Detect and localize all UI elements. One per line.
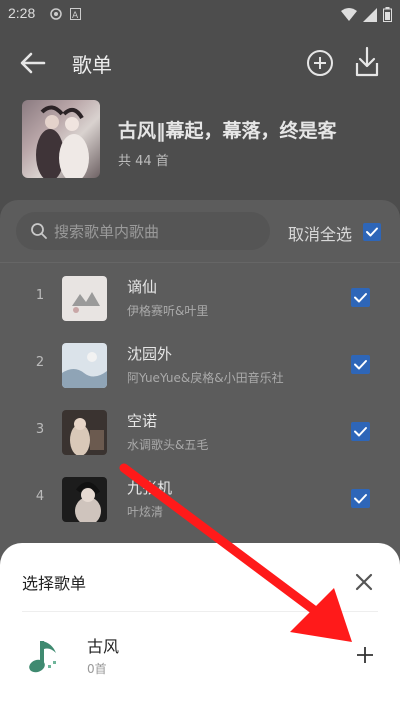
status-system-icons (341, 7, 392, 22)
check-icon (354, 427, 367, 437)
song-checkbox[interactable] (351, 355, 370, 374)
song-cover-image (62, 477, 107, 522)
cancel-select-all-button[interactable]: 取消全选 (288, 221, 352, 245)
plus-icon (357, 647, 373, 663)
song-row[interactable]: 3 空诺 水调歌头&五毛 (0, 400, 400, 466)
song-artist: 水调歌头&五毛 (127, 438, 209, 452)
playlist-name: 古风‖幕起，幕落，终是客 (118, 120, 337, 142)
search-icon (31, 223, 47, 239)
playlist-song-count: 共 44 首 (118, 154, 169, 169)
divider (22, 611, 378, 612)
song-checkbox[interactable] (351, 288, 370, 307)
song-title: 谪仙 (127, 278, 158, 296)
song-checkbox[interactable] (351, 489, 370, 508)
song-cover-image (62, 343, 107, 388)
music-note-icon (26, 635, 64, 677)
back-button[interactable] (18, 48, 48, 78)
battery-icon (383, 7, 392, 22)
add-to-playlist-button[interactable] (354, 644, 376, 666)
song-title: 空诺 (127, 412, 158, 430)
download-icon (355, 46, 379, 77)
dialog-title: 选择歌单 (22, 574, 87, 593)
song-title: 沈园外 (127, 345, 173, 363)
cover-art-illustration (36, 105, 89, 178)
close-icon (355, 573, 373, 591)
status-bar: 2:28 A (0, 0, 400, 30)
check-icon (354, 293, 367, 303)
song-cover-image (62, 276, 107, 321)
download-button[interactable] (352, 45, 382, 79)
song-index: 1 (35, 288, 45, 303)
playlist-header: 歌单 古风‖幕起，幕落，终是客 共 44 首 (0, 30, 400, 210)
check-icon (354, 360, 367, 370)
song-row[interactable]: 2 沈园外 阿YueYue&戾格&小田音乐社 (0, 333, 400, 399)
divider (0, 262, 400, 263)
song-artist: 阿YueYue&戾格&小田音乐社 (127, 371, 284, 385)
song-row[interactable]: 4 九张机 叶炫清 (0, 467, 400, 533)
song-index: 3 (35, 422, 45, 437)
song-cover-image (62, 410, 107, 455)
check-icon (354, 494, 367, 504)
playlist-cover-image (22, 100, 100, 178)
signal-icon (363, 7, 377, 22)
app-notification-icon: A (70, 8, 81, 20)
close-button[interactable] (352, 570, 376, 594)
search-placeholder: 搜索歌单内歌曲 (54, 223, 160, 241)
playlist-choice-count: 0首 (87, 662, 107, 676)
add-button[interactable] (305, 48, 335, 78)
svg-text:A: A (72, 11, 79, 20)
record-icon (50, 8, 62, 20)
song-row[interactable]: 1 谪仙 伊格赛听&叶里 (0, 266, 400, 332)
page-title: 歌单 (72, 53, 112, 77)
status-time: 2:28 (8, 5, 36, 21)
choose-playlist-dialog: 选择歌单 古风 0首 (0, 543, 400, 710)
status-notification-icons: A (50, 8, 81, 20)
wifi-icon (341, 7, 357, 21)
search-input[interactable]: 搜索歌单内歌曲 (16, 212, 270, 250)
select-all-checkbox[interactable] (363, 223, 381, 241)
song-index: 4 (35, 489, 45, 504)
check-icon (366, 227, 378, 237)
song-title: 九张机 (127, 479, 173, 497)
song-artist: 叶炫清 (127, 505, 164, 519)
song-checkbox[interactable] (351, 422, 370, 441)
playlist-choice-name[interactable]: 古风 (87, 633, 119, 657)
back-arrow-icon (20, 52, 46, 74)
song-artist: 伊格赛听&叶里 (127, 304, 209, 318)
song-index: 2 (35, 355, 45, 370)
plus-circle-icon (307, 50, 333, 76)
